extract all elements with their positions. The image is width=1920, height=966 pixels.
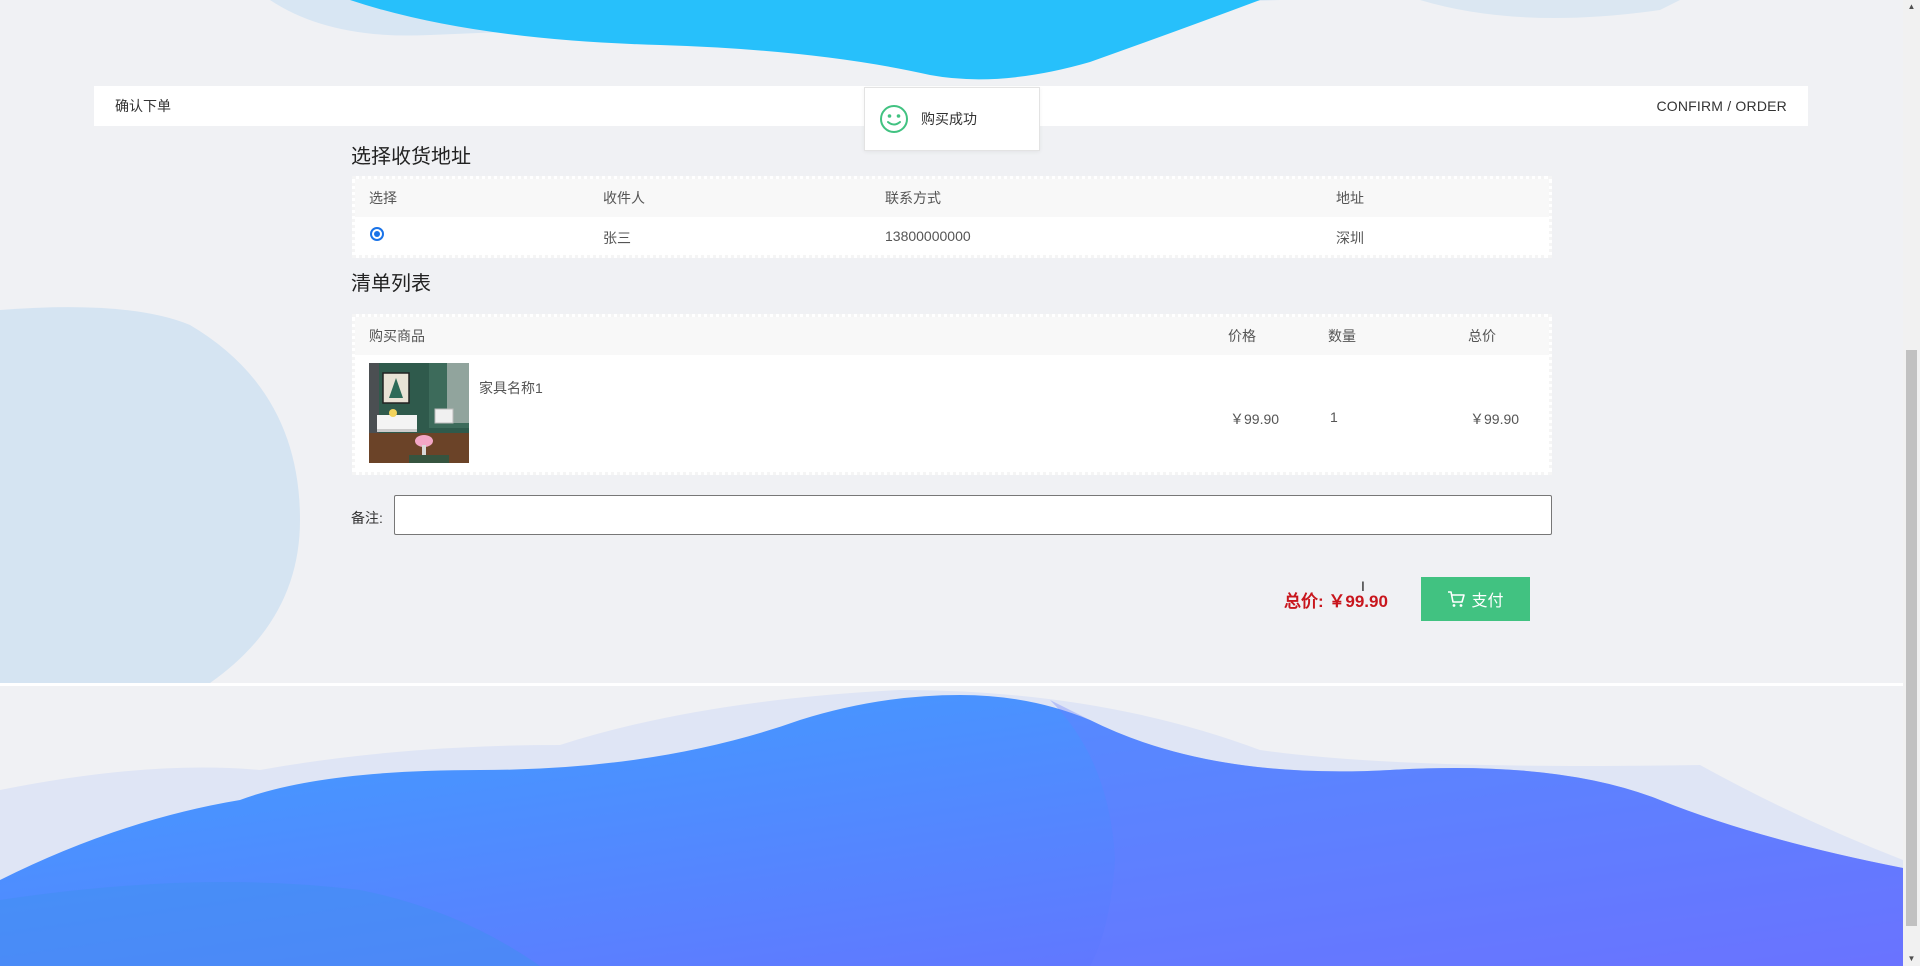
toast-message: 购买成功 [921,111,977,127]
list-section-title: 清单列表 [351,273,431,295]
table-row[interactable]: 张三 13800000000 深圳 [355,217,1549,255]
total-value: ￥99.90 [1328,592,1388,611]
page-title-en: CONFIRM / ORDER [1656,98,1787,114]
pay-button[interactable]: 支付 [1421,577,1530,621]
recipient-phone: 13800000000 [885,228,971,244]
table-row: 家具名称1 ￥99.90 1 ￥99.90 [355,355,1549,472]
list-table-header: 购买商品 价格 数量 总价 [355,317,1549,355]
note-label: 备注: [351,510,383,526]
note-input[interactable] [394,495,1552,535]
recipient-name: 张三 [603,230,631,246]
col-phone: 联系方式 [885,190,941,206]
recipient-address: 深圳 [1336,230,1364,246]
total-label: 总价: [1284,592,1329,611]
text-cursor-icon: I [1361,578,1365,594]
scroll-up-icon[interactable]: ▲ [1905,2,1918,12]
col-select: 选择 [369,190,397,206]
col-product: 购买商品 [369,328,425,344]
col-price: 价格 [1228,328,1256,344]
product-subtotal: ￥99.90 [1470,411,1520,427]
address-table: 选择 收件人 联系方式 地址 张三 13800000000 深圳 [352,176,1552,258]
smile-icon [880,105,908,133]
scrollbar-thumb[interactable] [1906,350,1917,926]
col-quantity: 数量 [1328,328,1356,344]
address-table-header: 选择 收件人 联系方式 地址 [355,179,1549,217]
col-subtotal: 总价 [1468,328,1496,344]
address-section-title: 选择收货地址 [351,146,471,168]
order-list-table: 购买商品 价格 数量 总价 家具名称1 ￥99.90 1 ￥99.90 [352,314,1552,475]
scroll-down-icon[interactable]: ▼ [1905,954,1918,964]
page-title: 确认下单 [115,98,171,114]
pay-button-label: 支付 [1471,593,1504,610]
product-quantity: 1 [1330,409,1338,425]
cart-icon [1448,591,1466,607]
col-recipient: 收件人 [603,190,645,206]
col-address: 地址 [1336,190,1364,206]
success-toast: 购买成功 [864,87,1040,151]
total-price: 总价: ￥99.90 [1284,587,1388,612]
product-price: ￥99.90 [1230,411,1280,427]
address-radio[interactable] [370,227,384,241]
product-name[interactable]: 家具名称1 [479,378,543,398]
product-image[interactable] [369,363,469,463]
